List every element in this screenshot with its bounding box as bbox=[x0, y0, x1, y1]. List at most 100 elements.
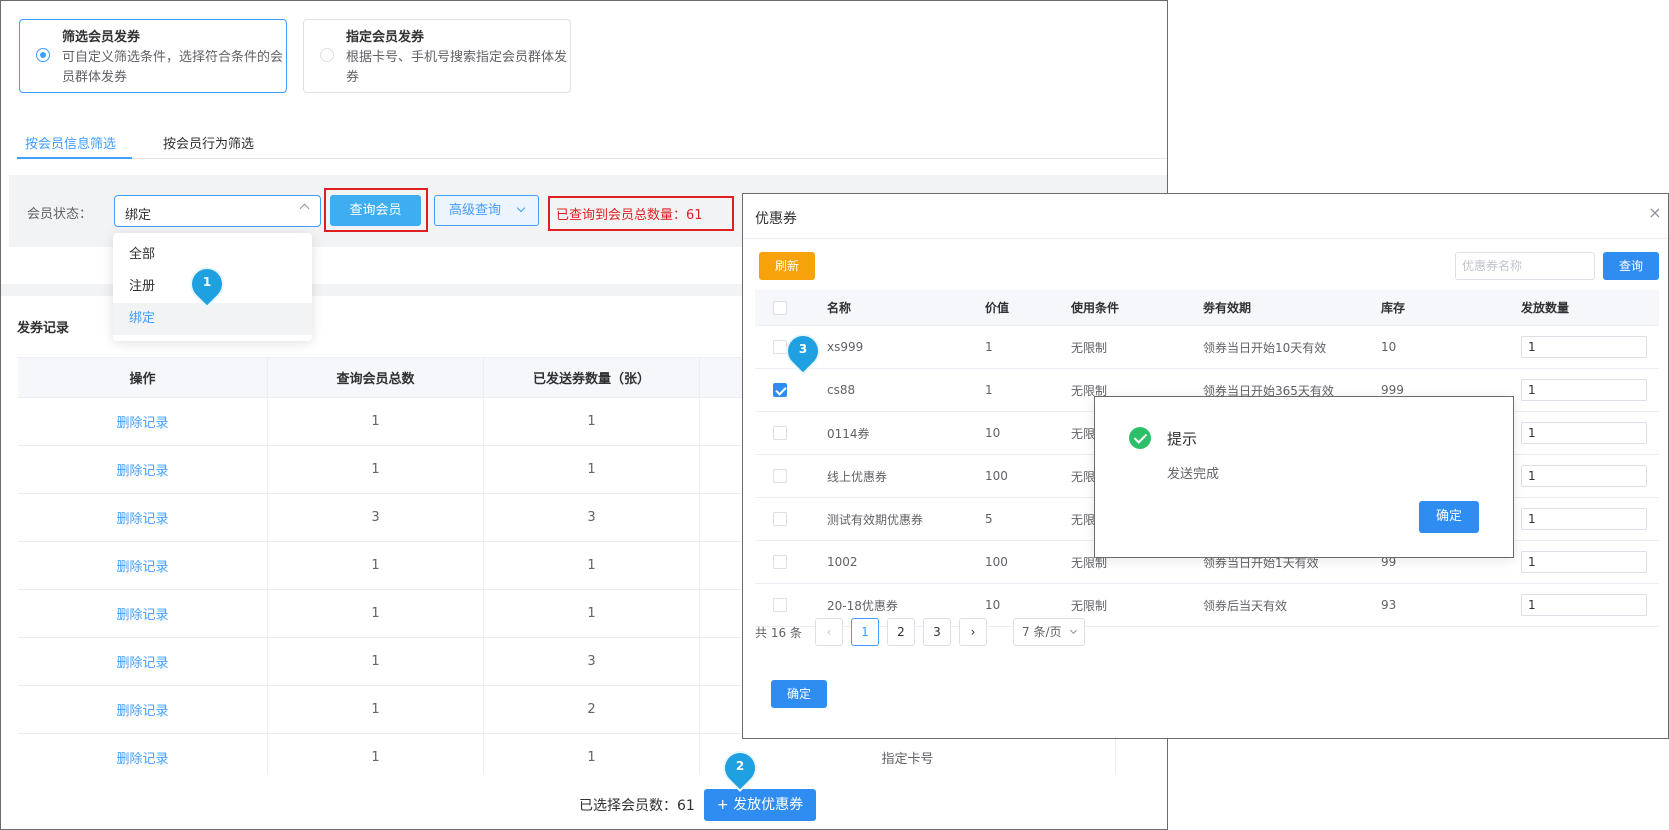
option-all[interactable]: 全部 bbox=[113, 239, 312, 271]
mode-card-specify[interactable]: 指定会员发券 根据卡号、手机号搜索指定会员群体发券 bbox=[303, 19, 571, 93]
step-marker-1: 1 bbox=[185, 262, 229, 309]
cell-sent: 3 bbox=[484, 638, 700, 685]
query-result-count: 已查询到会员总数量：61 bbox=[556, 208, 703, 223]
coupon-search-input[interactable] bbox=[1455, 252, 1595, 280]
coupon-condition: 无限 bbox=[1071, 469, 1096, 484]
next-page-button[interactable]: › bbox=[959, 618, 987, 646]
tab-member-info[interactable]: 按会员信息筛选 bbox=[25, 133, 116, 152]
coupon-validity: 领券后当天有效 bbox=[1203, 598, 1288, 613]
member-status-select[interactable]: 绑定 bbox=[114, 195, 321, 227]
select-all-checkbox[interactable] bbox=[773, 300, 787, 315]
mode-title: 指定会员发券 bbox=[346, 30, 425, 45]
coupon-checkbox[interactable] bbox=[773, 426, 787, 440]
header-stock: 库存 bbox=[1381, 301, 1406, 315]
delete-record-link[interactable]: 删除记录 bbox=[116, 412, 168, 431]
cell-sent: 1 bbox=[484, 446, 700, 493]
quantity-input[interactable] bbox=[1521, 379, 1647, 401]
coupon-name: 0114券 bbox=[827, 426, 870, 441]
page-button[interactable]: 3 bbox=[923, 618, 951, 646]
delete-record-link[interactable]: 删除记录 bbox=[116, 652, 168, 671]
cell-total: 1 bbox=[268, 686, 484, 733]
coupon-checkbox[interactable] bbox=[773, 598, 787, 612]
check-circle-icon bbox=[1129, 427, 1151, 449]
delete-record-link[interactable]: 删除记录 bbox=[116, 700, 168, 719]
quantity-input[interactable] bbox=[1521, 551, 1647, 573]
coupon-value: 1 bbox=[985, 340, 993, 354]
coupon-checkbox[interactable] bbox=[773, 383, 787, 397]
delete-record-link[interactable]: 删除记录 bbox=[116, 508, 168, 527]
chevron-up-icon bbox=[299, 203, 310, 214]
advanced-query-label: 高级查询 bbox=[449, 203, 502, 218]
step-marker-3: 3 bbox=[781, 329, 825, 376]
coupon-name: xs999 bbox=[827, 340, 864, 354]
radio-specify-mode[interactable] bbox=[320, 48, 334, 62]
table-header-row: 名称 价值 使用条件 劵有效期 库存 发放数量 bbox=[755, 290, 1659, 326]
cell-total: 1 bbox=[268, 590, 484, 637]
quantity-input[interactable] bbox=[1521, 508, 1647, 530]
quantity-input[interactable] bbox=[1521, 594, 1647, 616]
member-status-value: 绑定 bbox=[125, 208, 152, 223]
footer-bar: 已选择会员数：61 bbox=[1, 773, 1167, 829]
page-button[interactable]: 1 bbox=[851, 618, 879, 646]
coupon-checkbox[interactable] bbox=[773, 469, 787, 483]
header-condition: 使用条件 bbox=[1071, 301, 1120, 315]
radio-filter-mode[interactable] bbox=[36, 48, 50, 62]
send-coupon-button[interactable]: + 发放优惠券 bbox=[704, 789, 816, 821]
page-size-select[interactable]: 7 条/页 bbox=[1013, 618, 1085, 646]
dialog-divider bbox=[743, 238, 1668, 239]
coupon-validity: 领券当日开始10天有效 bbox=[1203, 340, 1327, 355]
header-action: 操作 bbox=[18, 358, 268, 397]
cell-sent: 3 bbox=[484, 494, 700, 541]
coupon-name: 线上优惠券 bbox=[827, 469, 888, 484]
cell-sent: 1 bbox=[484, 398, 700, 445]
mode-card-filter[interactable]: 筛选会员发券 可自定义筛选条件，选择符合条件的会员群体发券 bbox=[19, 19, 287, 93]
coupon-checkbox[interactable] bbox=[773, 555, 787, 569]
pagination: 共 16 条 ‹ 1 2 3 › 7 条/页 bbox=[755, 618, 1155, 648]
step-marker-2: 2 bbox=[718, 746, 762, 793]
tab-member-behavior[interactable]: 按会员行为筛选 bbox=[163, 133, 254, 152]
close-icon[interactable]: × bbox=[1646, 204, 1664, 222]
coupon-search-button[interactable]: 查询 bbox=[1603, 252, 1659, 280]
coupon-checkbox[interactable] bbox=[773, 340, 787, 354]
table-row: xs999 1 无限制 领券当日开始10天有效 10 bbox=[755, 326, 1659, 369]
header-quantity: 发放数量 bbox=[1521, 301, 1570, 315]
cell-total: 1 bbox=[268, 446, 484, 493]
member-status-label: 会员状态： bbox=[27, 207, 93, 222]
prev-page-button[interactable]: ‹ bbox=[815, 618, 843, 646]
coupon-condition: 无限制 bbox=[1071, 340, 1108, 355]
advanced-query-button[interactable]: 高级查询 bbox=[434, 195, 539, 226]
quantity-input[interactable] bbox=[1521, 422, 1647, 444]
header-validity: 劵有效期 bbox=[1203, 301, 1252, 315]
coupon-condition: 无限 bbox=[1071, 426, 1096, 441]
coupon-name: 测试有效期优惠券 bbox=[827, 512, 924, 527]
delete-record-link[interactable]: 删除记录 bbox=[116, 748, 168, 767]
query-member-button[interactable]: 查询会员 bbox=[330, 195, 421, 226]
message-ok-button[interactable]: 确定 bbox=[1419, 501, 1479, 533]
header-name: 名称 bbox=[827, 301, 852, 315]
cell-sent: 2 bbox=[484, 686, 700, 733]
message-title: 提示 bbox=[1167, 430, 1198, 448]
cell-total: 1 bbox=[268, 542, 484, 589]
coupon-value: 5 bbox=[985, 512, 993, 526]
header-sent: 已发送券数量（张） bbox=[484, 358, 700, 397]
delete-record-link[interactable]: 删除记录 bbox=[116, 604, 168, 623]
coupon-checkbox[interactable] bbox=[773, 512, 787, 526]
filter-tabs: 按会员信息筛选 按会员行为筛选 bbox=[17, 127, 1167, 159]
refresh-button[interactable]: 刷新 bbox=[759, 252, 815, 280]
header-total: 查询会员总数 bbox=[268, 358, 484, 397]
delete-record-link[interactable]: 删除记录 bbox=[116, 460, 168, 479]
selected-member-count: 已选择会员数：61 bbox=[579, 798, 695, 814]
delete-record-link[interactable]: 删除记录 bbox=[116, 556, 168, 575]
coupon-stock: 10 bbox=[1381, 340, 1397, 354]
cell-sent: 1 bbox=[484, 542, 700, 589]
message-text: 发送完成 bbox=[1167, 467, 1220, 482]
mode-desc: 可自定义筛选条件，选择符合条件的会员群体发券 bbox=[62, 50, 284, 85]
page-button[interactable]: 2 bbox=[887, 618, 915, 646]
dialog-confirm-button[interactable]: 确定 bbox=[771, 680, 827, 708]
quantity-input[interactable] bbox=[1521, 336, 1647, 358]
coupon-value: 100 bbox=[985, 469, 1008, 483]
quantity-input[interactable] bbox=[1521, 465, 1647, 487]
cell-total: 1 bbox=[268, 398, 484, 445]
coupon-condition: 无限 bbox=[1071, 512, 1096, 527]
pager-total: 共 16 条 bbox=[755, 626, 802, 640]
